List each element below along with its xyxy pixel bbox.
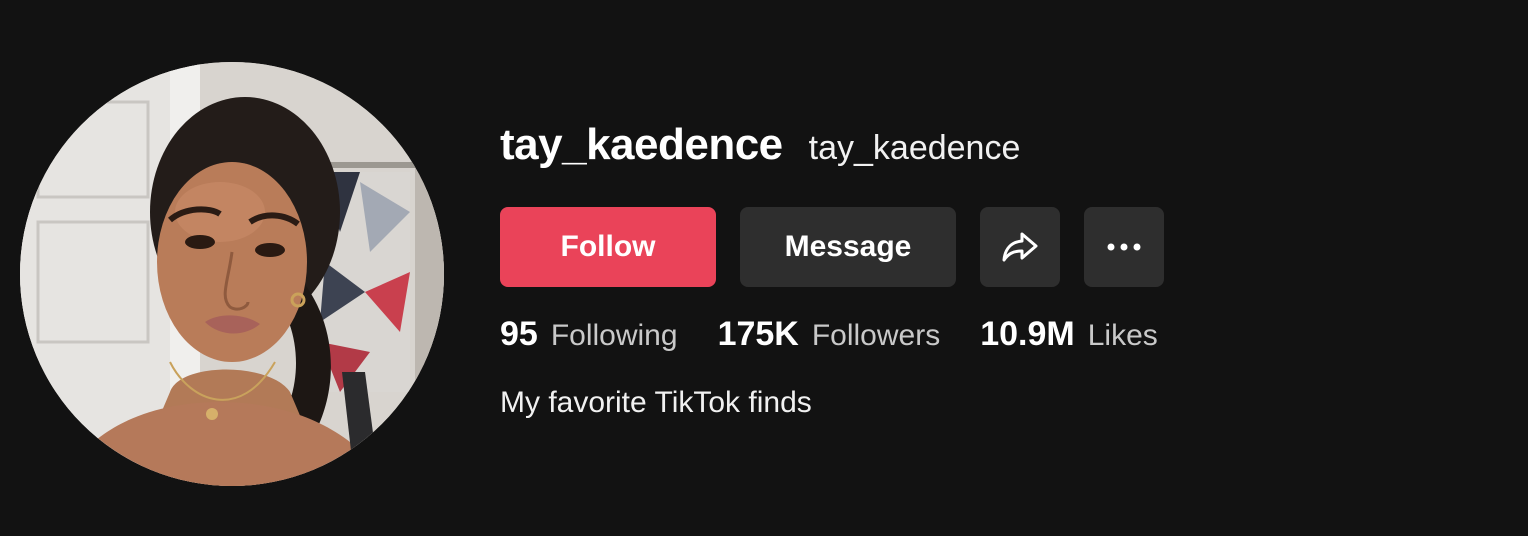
profile-header: tay_kaedence tay_kaedence Follow Message <box>0 0 1528 536</box>
stat-following-count: 95 <box>500 315 538 353</box>
stat-following[interactable]: 95 Following <box>500 315 678 354</box>
message-button[interactable]: Message <box>740 207 956 287</box>
profile-actions: Follow Message <box>500 207 1164 287</box>
profile-stats: 95 Following 175K Followers 10.9M Likes <box>500 315 1198 354</box>
more-options-button[interactable] <box>1084 207 1164 287</box>
profile-nickname: tay_kaedence <box>808 129 1021 167</box>
stat-likes: 10.9M Likes <box>980 315 1158 354</box>
profile-username: tay_kaedence <box>500 120 783 169</box>
share-arrow-icon <box>1002 232 1038 262</box>
avatar-photo <box>20 62 444 486</box>
stat-following-label: Following <box>550 319 678 352</box>
profile-info: tay_kaedence tay_kaedence Follow Message <box>500 120 1500 419</box>
follow-button[interactable]: Follow <box>500 207 716 287</box>
share-button[interactable] <box>980 207 1060 287</box>
profile-bio: My favorite TikTok finds <box>500 386 812 419</box>
avatar[interactable] <box>20 62 444 486</box>
stat-likes-label: Likes <box>1087 319 1158 352</box>
profile-names: tay_kaedence tay_kaedence <box>500 120 1500 190</box>
stat-followers-count: 175K <box>717 315 799 353</box>
stat-followers-label: Followers <box>811 319 941 352</box>
stat-followers[interactable]: 175K Followers <box>718 315 941 354</box>
ellipsis-icon <box>1107 243 1141 251</box>
stat-likes-count: 10.9M <box>980 315 1075 353</box>
